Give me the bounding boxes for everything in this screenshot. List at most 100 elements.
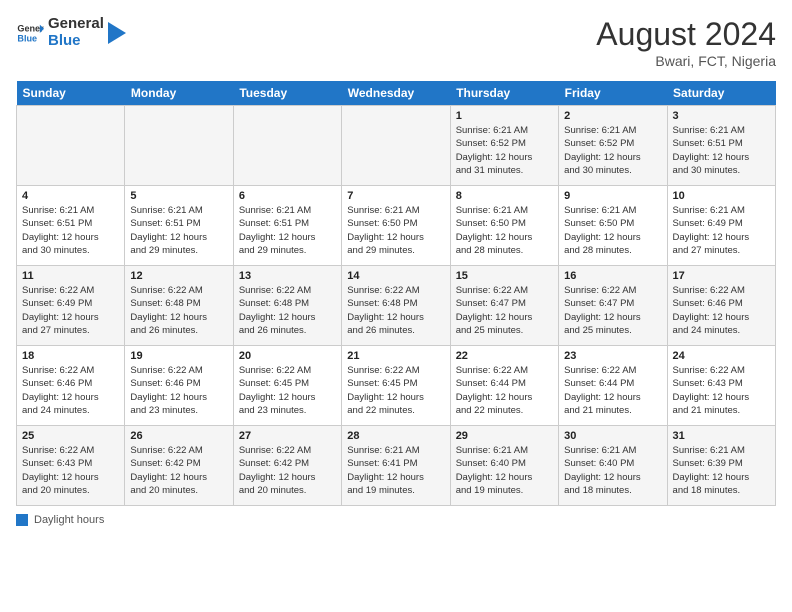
day-number: 8 <box>456 190 553 202</box>
calendar-cell: 5 Sunrise: 6:21 AM Sunset: 6:51 PM Daylig… <box>125 186 233 266</box>
svg-text:Blue: Blue <box>17 33 37 43</box>
day-number: 6 <box>239 190 336 202</box>
day-number: 22 <box>456 350 553 362</box>
calendar-cell: 7Sunrise: 6:21 AM Sunset: 6:50 PM Daylig… <box>342 186 450 266</box>
day-info: Sunrise: 6:21 AM Sunset: 6:52 PM Dayligh… <box>456 124 553 177</box>
calendar-cell: 15 Sunrise: 6:22 AM Sunset: 6:47 PM Dayli… <box>450 266 558 346</box>
day-info: Sunrise: 6:22 AM Sunset: 6:43 PM Dayligh… <box>22 444 119 497</box>
day-info: Sunrise: 6:21 AM Sunset: 6:51 PM Dayligh… <box>239 204 336 257</box>
weekday-header-wednesday: Wednesday <box>342 81 450 106</box>
day-number: 29 <box>456 430 553 442</box>
calendar-week-row: 4 Sunrise: 6:21 AM Sunset: 6:51 PM Daylig… <box>17 186 776 266</box>
day-number: 5 <box>130 190 227 202</box>
legend: Daylight hours <box>16 514 776 526</box>
weekday-header-monday: Monday <box>125 81 233 106</box>
day-number: 4 <box>22 190 119 202</box>
weekday-header-sunday: Sunday <box>17 81 125 106</box>
day-number: 15 <box>456 270 553 282</box>
day-info: Sunrise: 6:21 AM Sunset: 6:50 PM Dayligh… <box>456 204 553 257</box>
day-number: 24 <box>673 350 770 362</box>
day-info: Sunrise: 6:21 AM Sunset: 6:51 PM Dayligh… <box>130 204 227 257</box>
day-number: 12 <box>130 270 227 282</box>
day-number: 11 <box>22 270 119 282</box>
calendar-cell: 27 Sunrise: 6:22 AM Sunset: 6:42 PM Dayli… <box>233 426 341 506</box>
day-info: Sunrise: 6:22 AM Sunset: 6:48 PM Dayligh… <box>130 284 227 337</box>
legend-label: Daylight hours <box>34 514 104 526</box>
month-year-title: August 2024 <box>596 16 776 53</box>
calendar-cell: 26 Sunrise: 6:22 AM Sunset: 6:42 PM Dayli… <box>125 426 233 506</box>
day-number: 20 <box>239 350 336 362</box>
calendar-week-row: 11 Sunrise: 6:22 AM Sunset: 6:49 PM Dayli… <box>17 266 776 346</box>
day-number: 3 <box>673 110 770 122</box>
day-number: 10 <box>673 190 770 202</box>
day-number: 21 <box>347 350 444 362</box>
calendar-table: SundayMondayTuesdayWednesdayThursdayFrid… <box>16 81 776 506</box>
day-info: Sunrise: 6:22 AM Sunset: 6:44 PM Dayligh… <box>564 364 661 417</box>
day-info: Sunrise: 6:22 AM Sunset: 6:47 PM Dayligh… <box>456 284 553 337</box>
day-number: 2 <box>564 110 661 122</box>
calendar-cell: 17 Sunrise: 6:22 AM Sunset: 6:46 PM Dayli… <box>667 266 775 346</box>
calendar-cell: 22Sunrise: 6:22 AM Sunset: 6:44 PM Dayli… <box>450 346 558 426</box>
calendar-cell: 2 Sunrise: 6:21 AM Sunset: 6:52 PM Daylig… <box>559 106 667 186</box>
logo-blue: Blue <box>48 33 104 50</box>
calendar-cell: 28Sunrise: 6:21 AM Sunset: 6:41 PM Dayli… <box>342 426 450 506</box>
day-info: Sunrise: 6:21 AM Sunset: 6:50 PM Dayligh… <box>564 204 661 257</box>
day-number: 19 <box>130 350 227 362</box>
location-subtitle: Bwari, FCT, Nigeria <box>596 53 776 69</box>
day-info: Sunrise: 6:22 AM Sunset: 6:43 PM Dayligh… <box>673 364 770 417</box>
day-info: Sunrise: 6:22 AM Sunset: 6:48 PM Dayligh… <box>347 284 444 337</box>
calendar-cell: 3Sunrise: 6:21 AM Sunset: 6:51 PM Daylig… <box>667 106 775 186</box>
logo-general: General <box>48 16 104 33</box>
day-number: 31 <box>673 430 770 442</box>
day-info: Sunrise: 6:21 AM Sunset: 6:49 PM Dayligh… <box>673 204 770 257</box>
day-info: Sunrise: 6:22 AM Sunset: 6:49 PM Dayligh… <box>22 284 119 337</box>
day-info: Sunrise: 6:22 AM Sunset: 6:45 PM Dayligh… <box>347 364 444 417</box>
day-number: 14 <box>347 270 444 282</box>
day-number: 9 <box>564 190 661 202</box>
calendar-cell: 6 Sunrise: 6:21 AM Sunset: 6:51 PM Daylig… <box>233 186 341 266</box>
day-number: 27 <box>239 430 336 442</box>
day-number: 26 <box>130 430 227 442</box>
calendar-cell: 10 Sunrise: 6:21 AM Sunset: 6:49 PM Dayli… <box>667 186 775 266</box>
day-info: Sunrise: 6:22 AM Sunset: 6:46 PM Dayligh… <box>673 284 770 337</box>
day-number: 28 <box>347 430 444 442</box>
day-number: 17 <box>673 270 770 282</box>
calendar-cell <box>342 106 450 186</box>
calendar-cell: 9 Sunrise: 6:21 AM Sunset: 6:50 PM Daylig… <box>559 186 667 266</box>
calendar-cell: 29 Sunrise: 6:21 AM Sunset: 6:40 PM Dayli… <box>450 426 558 506</box>
calendar-cell: 16 Sunrise: 6:22 AM Sunset: 6:47 PM Dayli… <box>559 266 667 346</box>
calendar-week-row: 1 Sunrise: 6:21 AM Sunset: 6:52 PM Daylig… <box>17 106 776 186</box>
calendar-cell <box>125 106 233 186</box>
day-info: Sunrise: 6:22 AM Sunset: 6:47 PM Dayligh… <box>564 284 661 337</box>
day-info: Sunrise: 6:22 AM Sunset: 6:48 PM Dayligh… <box>239 284 336 337</box>
weekday-header-row: SundayMondayTuesdayWednesdayThursdayFrid… <box>17 81 776 106</box>
calendar-cell: 18Sunrise: 6:22 AM Sunset: 6:46 PM Dayli… <box>17 346 125 426</box>
day-number: 13 <box>239 270 336 282</box>
day-info: Sunrise: 6:21 AM Sunset: 6:40 PM Dayligh… <box>564 444 661 497</box>
day-info: Sunrise: 6:22 AM Sunset: 6:42 PM Dayligh… <box>239 444 336 497</box>
calendar-cell: 14 Sunrise: 6:22 AM Sunset: 6:48 PM Dayli… <box>342 266 450 346</box>
weekday-header-tuesday: Tuesday <box>233 81 341 106</box>
day-info: Sunrise: 6:21 AM Sunset: 6:52 PM Dayligh… <box>564 124 661 177</box>
day-number: 16 <box>564 270 661 282</box>
weekday-header-friday: Friday <box>559 81 667 106</box>
day-info: Sunrise: 6:21 AM Sunset: 6:51 PM Dayligh… <box>22 204 119 257</box>
day-info: Sunrise: 6:22 AM Sunset: 6:45 PM Dayligh… <box>239 364 336 417</box>
weekday-header-saturday: Saturday <box>667 81 775 106</box>
logo: General Blue General Blue <box>16 16 126 49</box>
day-number: 30 <box>564 430 661 442</box>
calendar-week-row: 25Sunrise: 6:22 AM Sunset: 6:43 PM Dayli… <box>17 426 776 506</box>
calendar-cell: 19 Sunrise: 6:22 AM Sunset: 6:46 PM Dayli… <box>125 346 233 426</box>
calendar-week-row: 18Sunrise: 6:22 AM Sunset: 6:46 PM Dayli… <box>17 346 776 426</box>
legend-color-box <box>16 514 28 526</box>
day-number: 1 <box>456 110 553 122</box>
calendar-cell: 24 Sunrise: 6:22 AM Sunset: 6:43 PM Dayli… <box>667 346 775 426</box>
page-header: General Blue General Blue August 2024 Bw… <box>16 16 776 69</box>
day-info: Sunrise: 6:22 AM Sunset: 6:46 PM Dayligh… <box>130 364 227 417</box>
calendar-cell: 1 Sunrise: 6:21 AM Sunset: 6:52 PM Daylig… <box>450 106 558 186</box>
calendar-cell: 31Sunrise: 6:21 AM Sunset: 6:39 PM Dayli… <box>667 426 775 506</box>
day-info: Sunrise: 6:21 AM Sunset: 6:40 PM Dayligh… <box>456 444 553 497</box>
day-info: Sunrise: 6:22 AM Sunset: 6:42 PM Dayligh… <box>130 444 227 497</box>
calendar-cell: 23Sunrise: 6:22 AM Sunset: 6:44 PM Dayli… <box>559 346 667 426</box>
calendar-cell: 30 Sunrise: 6:21 AM Sunset: 6:40 PM Dayli… <box>559 426 667 506</box>
